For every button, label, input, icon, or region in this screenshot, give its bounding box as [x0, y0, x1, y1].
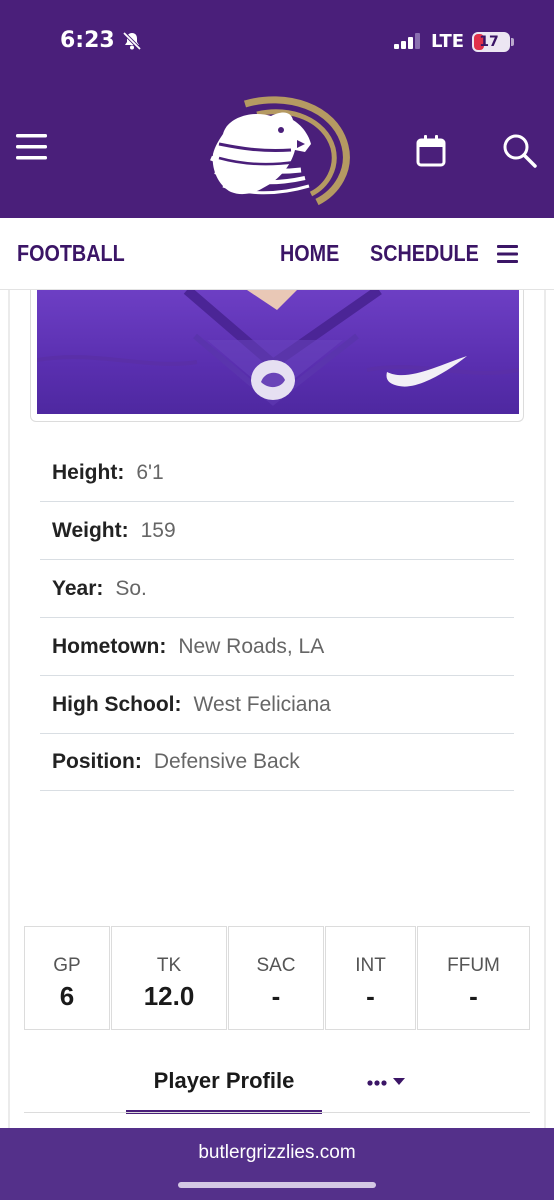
battery-level: 17: [479, 34, 499, 50]
info-value: 159: [140, 518, 176, 542]
sport-title[interactable]: FOOTBALL: [17, 240, 125, 267]
info-value: 6'1: [136, 460, 164, 484]
info-value: New Roads, LA: [178, 634, 325, 658]
grizzly-logo[interactable]: [205, 96, 350, 206]
subnav-menu-icon[interactable]: [497, 245, 519, 263]
player-photo-card: [30, 290, 524, 422]
signal-icon: [394, 33, 420, 49]
info-row-height: Height: 6'1: [40, 444, 514, 502]
jersey-image: [37, 290, 519, 406]
stat-tk: TK 12.0: [111, 926, 227, 1030]
player-photo: [37, 290, 519, 414]
network-type: LTE: [431, 31, 465, 52]
url-text[interactable]: butlergrizzlies.com: [0, 1142, 554, 1164]
info-row-high-school: High School: West Feliciana: [40, 676, 514, 734]
info-row-hometown: Hometown: New Roads, LA: [40, 618, 514, 676]
info-row-position: Position: Defensive Back: [40, 733, 514, 791]
page-border-left: [8, 290, 10, 1130]
menu-icon[interactable]: [16, 134, 48, 160]
browser-url-bar[interactable]: [0, 1128, 554, 1200]
tab-player-profile[interactable]: Player Profile: [126, 1068, 322, 1114]
info-label: High School:: [52, 692, 182, 716]
stat-value: 12.0: [143, 981, 195, 1011]
info-value: So.: [115, 576, 147, 600]
stat-label: FFUM: [447, 955, 500, 976]
battery-cap: [511, 38, 514, 46]
info-row-weight: Weight: 159: [40, 502, 514, 560]
stat-label: TK: [156, 955, 182, 976]
info-value: West Feliciana: [193, 692, 331, 716]
tab-content-border: [24, 1112, 530, 1113]
stat-value: -: [271, 981, 281, 1011]
subnav-home-link[interactable]: HOME: [280, 240, 339, 267]
stat-value: -: [469, 981, 478, 1011]
ellipsis-dropdown-icon[interactable]: [366, 1070, 410, 1094]
status-time: 6:23: [60, 28, 115, 53]
stat-int: INT -: [325, 926, 416, 1030]
info-value: Defensive Back: [153, 749, 300, 773]
stat-label: GP: [53, 955, 81, 976]
info-row-year: Year: So.: [40, 560, 514, 618]
stat-ffum: FFUM -: [417, 926, 530, 1030]
subnav-schedule-link[interactable]: SCHEDULE: [370, 240, 479, 267]
stat-gp: GP 6: [24, 926, 110, 1030]
stat-label: SAC: [256, 955, 296, 976]
info-label: Weight:: [52, 518, 129, 542]
bell-off-icon: [122, 31, 142, 51]
calendar-icon[interactable]: [416, 135, 446, 167]
battery-icon: 17: [472, 32, 510, 52]
page-border-right: [544, 290, 546, 1130]
search-icon[interactable]: [502, 133, 538, 169]
home-indicator[interactable]: [178, 1182, 376, 1188]
info-label: Position:: [52, 749, 142, 773]
stat-value: -: [366, 981, 375, 1011]
stat-sac: SAC -: [228, 926, 324, 1030]
info-label: Year:: [52, 576, 104, 600]
info-label: Hometown:: [52, 634, 167, 658]
stat-label: INT: [355, 955, 386, 976]
stats-summary: GP 6 TK 12.0 SAC - INT - FFUM -: [24, 926, 530, 1030]
stat-value: 6: [59, 981, 75, 1011]
info-label: Height:: [52, 460, 125, 484]
